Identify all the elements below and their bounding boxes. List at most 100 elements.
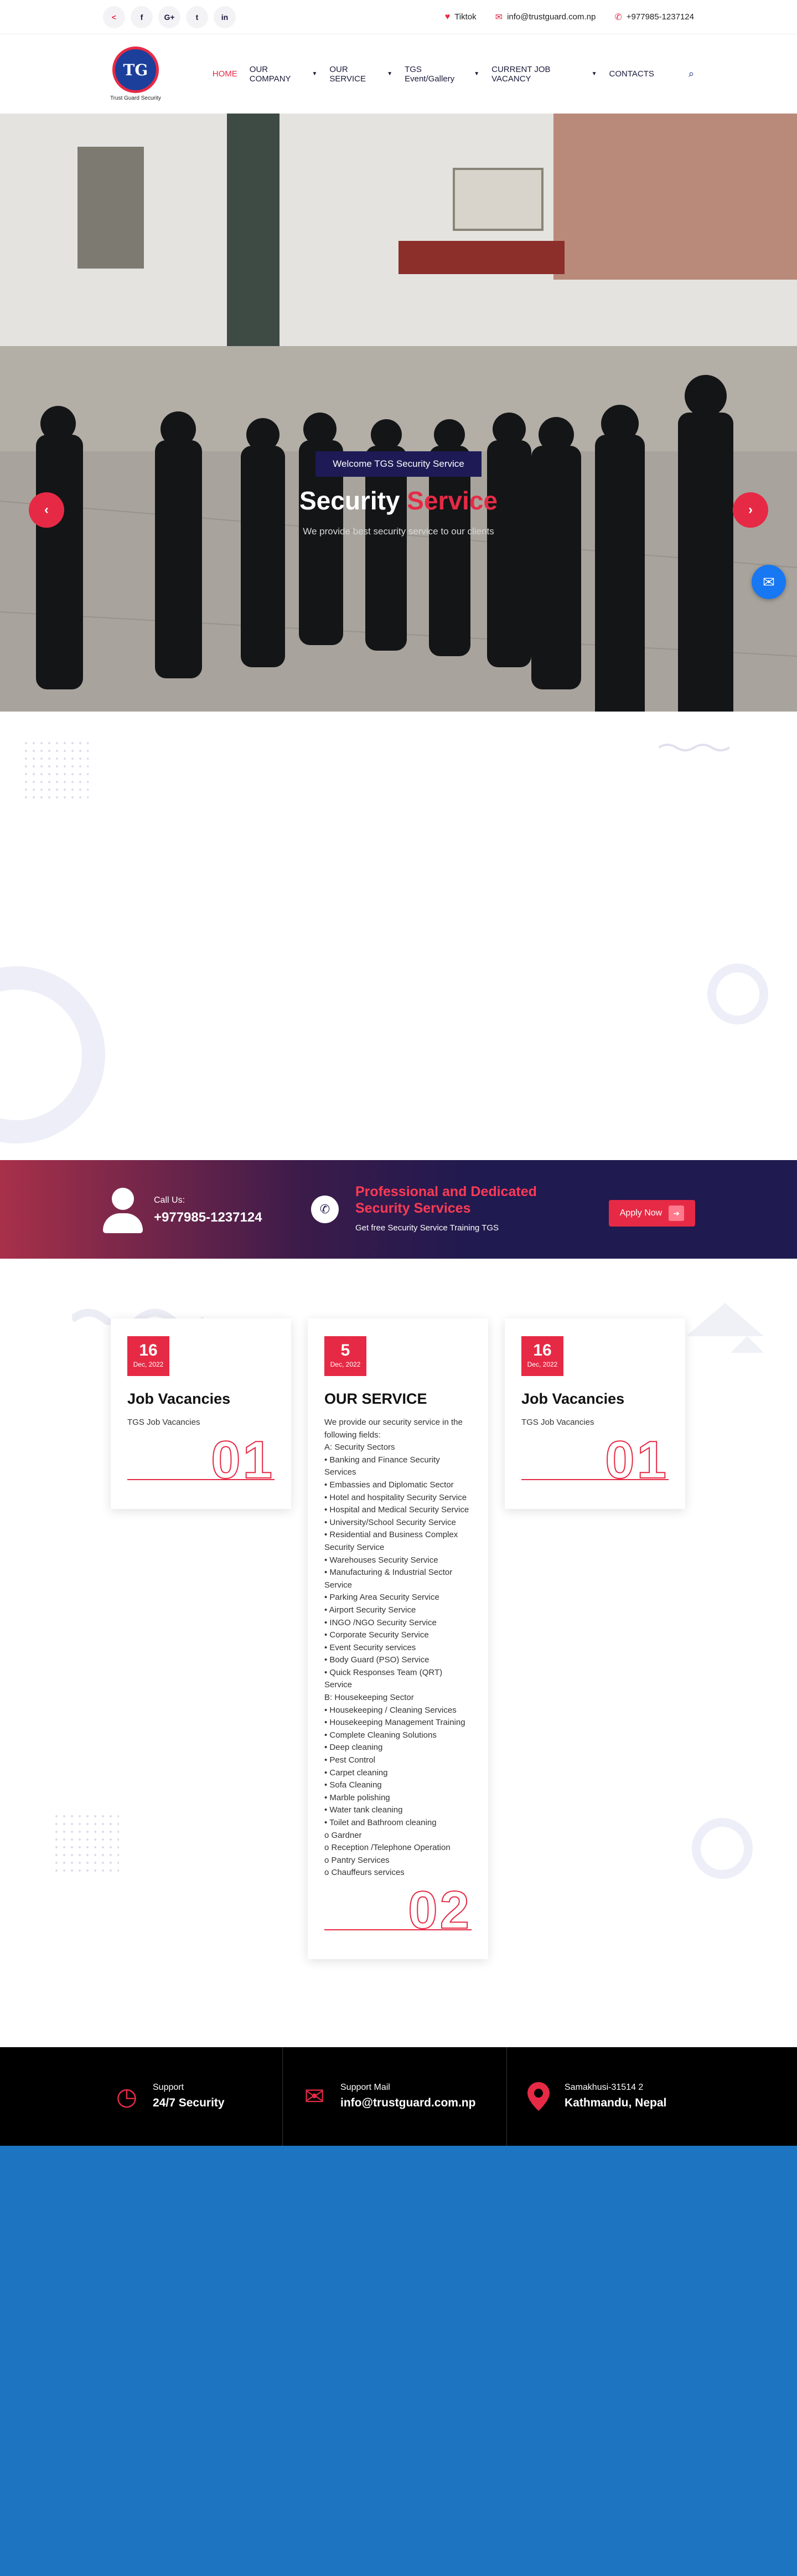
nav-item-our-service[interactable]: OUR SERVICE ▼	[329, 65, 392, 84]
nav-label: CURRENT JOB VACANCY	[491, 64, 551, 84]
info-label: Samakhusi-31514 2	[565, 2083, 644, 2092]
logo-emblem: TG	[112, 47, 159, 93]
info-value[interactable]: info@trustguard.com.np	[340, 2096, 506, 2110]
support-block: ◷ Support 24/7 Security	[103, 2047, 282, 2146]
nav-item-contacts[interactable]: CONTACTS	[609, 69, 654, 79]
heart-icon: ♥	[444, 12, 451, 22]
phone-link[interactable]: ✆ +977985-1237124	[614, 12, 694, 23]
ring-decoration	[0, 966, 105, 1143]
cta-subtext: Get free Security Service Training TGS	[355, 1223, 499, 1233]
email-link[interactable]: ✉ info@trustguard.com.np	[495, 12, 596, 23]
dot-pattern	[53, 1812, 119, 1873]
card-number: 01	[127, 1433, 275, 1492]
cta-text: Professional and Dedicated Security Serv…	[355, 1183, 577, 1233]
call-label: Call Us:	[154, 1196, 185, 1205]
triangle-decoration	[686, 1303, 764, 1353]
social-links: < f G+ t in	[103, 6, 236, 28]
card-title[interactable]: Job Vacancies	[521, 1390, 669, 1408]
tiktok-label: Tiktok	[454, 12, 477, 22]
card-number: 01	[521, 1433, 669, 1492]
search-icon[interactable]: ⌕	[689, 68, 694, 80]
user-icon	[103, 1188, 143, 1233]
chevron-down-icon: ▼	[474, 71, 480, 77]
hero-slider: Welcome TGS Security Service Security Se…	[0, 114, 797, 712]
nav-label: TGS Event/Gallery	[405, 64, 455, 84]
nav-label: OUR SERVICE	[329, 64, 366, 84]
hero-title-main: Security	[299, 486, 407, 515]
date-month: Dec, 2022	[527, 1361, 558, 1368]
squiggle-decoration	[659, 744, 731, 751]
logo-text: Trust Guard Security	[110, 95, 161, 101]
chevron-down-icon: ▼	[591, 71, 597, 77]
nav-menu: HOME OUR COMPANY ▼ OUR SERVICE ▼ TGS Event…	[213, 65, 694, 84]
card-body: We provide our security service in the f…	[324, 1418, 469, 1878]
date-month: Dec, 2022	[330, 1361, 361, 1368]
nav-label: CONTACTS	[609, 69, 654, 79]
call-us-block: Call Us: +977985-1237124	[103, 1188, 262, 1233]
date-day: 16	[533, 1341, 552, 1359]
nav-label: HOME	[212, 69, 237, 79]
slider-prev-button[interactable]: ‹	[29, 492, 64, 528]
top-bar: < f G+ t in ♥ Tiktok ✉ info@trustguard.c…	[0, 0, 797, 34]
ring-decoration	[707, 964, 768, 1024]
news-card[interactable]: 5 Dec, 2022 OUR SERVICE We provide our s…	[308, 1318, 488, 1959]
site-logo[interactable]: TG Trust Guard Security	[103, 47, 168, 101]
address-block: Samakhusi-31514 2 Kathmandu, Nepal	[506, 2047, 694, 2146]
arrow-right-icon: ➜	[669, 1205, 685, 1221]
card-body: TGS Job Vacancies	[521, 1418, 594, 1427]
date-badge: 16 Dec, 2022	[127, 1336, 169, 1376]
apply-label: Apply Now	[619, 1208, 663, 1218]
hero-background-photo	[0, 114, 797, 712]
slider-next-button[interactable]: ›	[733, 492, 768, 528]
share-icon[interactable]: <	[103, 6, 125, 28]
main-nav: TG Trust Guard Security HOME OUR COMPANY…	[0, 34, 797, 114]
apply-now-button[interactable]: Apply Now ➜	[609, 1200, 695, 1227]
email-text: info@trustguard.com.np	[507, 12, 596, 22]
mail-icon: ✉	[304, 2083, 325, 2110]
card-number-text: 01	[604, 1430, 669, 1490]
call-number[interactable]: +977985-1237124	[154, 1210, 262, 1225]
support-mail-block: ✉ Support Mail info@trustguard.com.np	[282, 2047, 506, 2146]
call-to-action-band: Call Us: +977985-1237124 ✆ Professional …	[0, 1160, 797, 1259]
info-value: Kathmandu, Nepal	[565, 2096, 667, 2109]
date-badge: 5 Dec, 2022	[324, 1336, 366, 1376]
nav-item-our-company[interactable]: OUR COMPANY ▼	[250, 65, 318, 84]
phone-text: +977985-1237124	[626, 12, 694, 22]
linkedin-icon[interactable]: in	[214, 6, 236, 28]
card-number: 02	[324, 1883, 472, 1943]
nav-item-gallery[interactable]: TGS Event/Gallery ▼	[405, 65, 479, 84]
nav-label: OUR COMPANY	[249, 64, 291, 84]
info-value: 24/7 Security	[153, 2096, 225, 2109]
phone-icon: ✆	[311, 1196, 339, 1223]
card-body: TGS Job Vacancies	[127, 1418, 200, 1427]
news-card[interactable]: 16 Dec, 2022 Job Vacancies TGS Job Vacan…	[505, 1318, 685, 1509]
facebook-icon[interactable]: f	[131, 6, 153, 28]
nav-item-job-vacancy[interactable]: CURRENT JOB VACANCY ▼	[491, 65, 597, 84]
nav-item-home[interactable]: HOME	[213, 69, 237, 79]
card-number-text: 02	[407, 1880, 472, 1940]
footer-blue-area	[0, 2146, 797, 2576]
date-day: 16	[139, 1341, 158, 1359]
top-contacts: ♥ Tiktok ✉ info@trustguard.com.np ✆ +977…	[445, 12, 694, 23]
hero-badge: Welcome TGS Security Service	[315, 451, 482, 477]
google-plus-icon[interactable]: G+	[158, 6, 180, 28]
info-footer: ◷ Support 24/7 Security ✉ Support Mail i…	[0, 2047, 797, 2146]
card-title[interactable]: OUR SERVICE	[324, 1390, 472, 1408]
chevron-down-icon: ▼	[312, 71, 318, 77]
date-day: 5	[340, 1341, 350, 1359]
decorative-section	[0, 712, 797, 1160]
card-title[interactable]: Job Vacancies	[127, 1390, 275, 1408]
news-card[interactable]: 16 Dec, 2022 Job Vacancies TGS Job Vacan…	[111, 1318, 291, 1509]
location-pin-icon	[524, 2082, 553, 2111]
news-cards-section: 16 Dec, 2022 Job Vacancies TGS Job Vacan…	[0, 1259, 797, 2047]
tiktok-link[interactable]: ♥ Tiktok	[445, 12, 477, 22]
info-label: Support	[153, 2083, 184, 2092]
dot-pattern	[22, 739, 89, 800]
twitter-icon[interactable]: t	[186, 6, 208, 28]
whatsapp-icon: ✆	[614, 12, 622, 22]
date-badge: 16 Dec, 2022	[521, 1336, 563, 1376]
envelope-icon: ✉	[495, 12, 503, 22]
messenger-icon[interactable]: ✉	[752, 565, 786, 599]
cta-heading: Professional and Dedicated Security Serv…	[355, 1184, 537, 1216]
hero-subtitle: We provide best security service to our …	[303, 526, 494, 537]
